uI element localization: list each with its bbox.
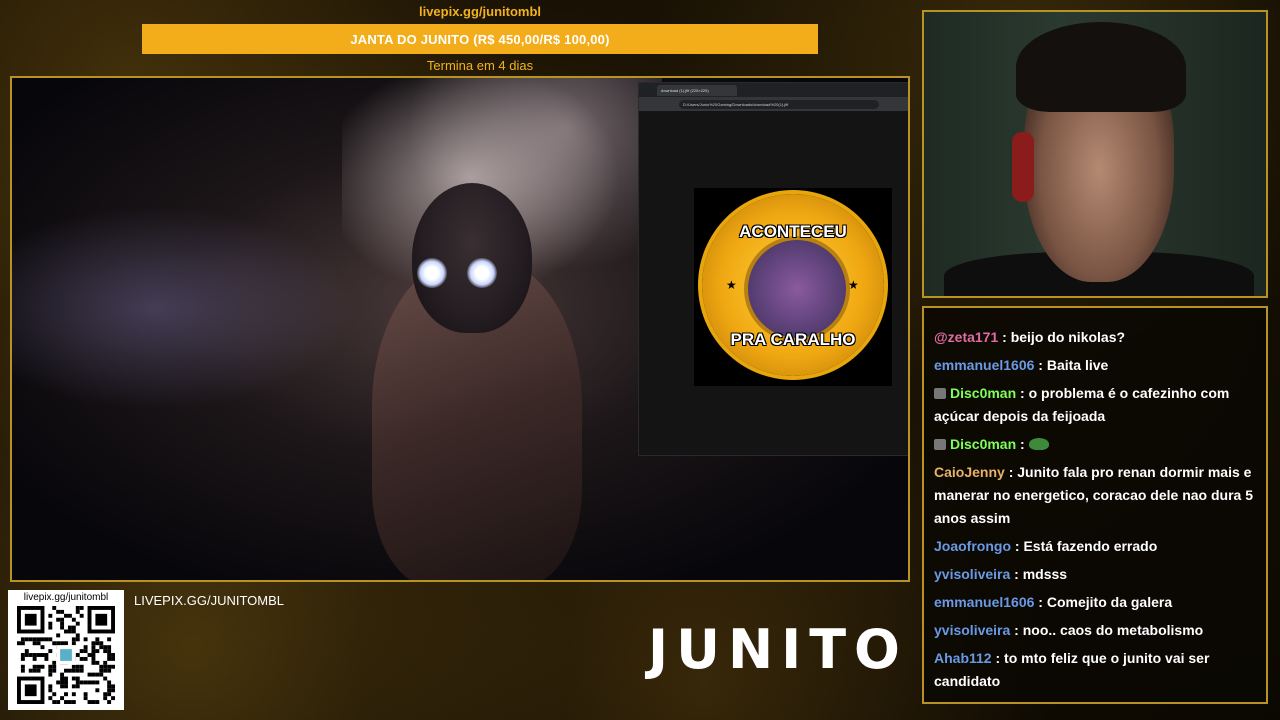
chat-text: beijo do nikolas? [1010,329,1126,345]
chat-username[interactable]: emmanuel1606 [934,357,1034,373]
webcam-hair [1016,22,1186,112]
chat-message: Disc0man : [934,433,1258,456]
chat-text: Comejito da galera [1046,594,1173,610]
chat-message: CaioJenny : Junito fala pro renan dormir… [934,461,1258,530]
seal-top-text: ACONTECEU [739,222,847,241]
chat-username[interactable]: Ahab112 [934,650,992,666]
main-screen-capture: download (1).jfif (225×225) D:/Users/Jun… [10,76,910,582]
goal-ends-label: Termina em 4 dias [426,58,534,73]
chat-message: Joaofrongo : Está fazendo errado [934,535,1258,558]
chat-username[interactable]: Joaofrongo [934,538,1011,554]
browser-tab-strip: download (1).jfif (225×225) [639,83,908,97]
browser-window[interactable]: download (1).jfif (225×225) D:/Users/Jun… [638,82,908,456]
goal-progress-bar: JANTA DO JUNITO (R$ 450,00/R$ 100,00) [142,24,818,54]
webcam-feed [922,10,1268,298]
chat-message: emmanuel1606 : Comejito da galera [934,591,1258,614]
chat-message: @zeta171 : beijo do nikolas? [934,326,1258,349]
livepix-url-label: LIVEPIX.GG/JUNITOMBL [134,593,285,608]
browser-tab[interactable]: download (1).jfif (225×225) [657,84,737,96]
seal-bottom-text: PRA CARALHO [730,330,856,349]
chat-separator: : [1004,464,1018,480]
glowing-eye-left [417,258,447,288]
chat-text: Está fazendo errado [1023,538,1158,554]
star-icon: ★ [726,278,737,292]
chat-username[interactable]: @zeta171 [934,329,998,345]
award-seal: ACONTECEU PRA CARALHO ★ ★ [702,194,884,376]
chat-separator: : [1011,538,1024,554]
chat-username[interactable]: Disc0man [950,436,1016,452]
chat-message: yvisoliveira : noo.. caos do metabolismo [934,619,1258,642]
chat-separator: : [1034,357,1047,373]
chat-separator: : [1010,622,1023,638]
chat-message: Ahab112 : to mto feliz que o junito vai … [934,647,1258,693]
glowing-eye-right [467,258,497,288]
address-input[interactable]: D:/Users/Junio%20Gaming/Downloads/downlo… [679,99,879,109]
camera-badge-icon [934,439,946,450]
chat-text: noo.. caos do metabolismo [1022,622,1204,638]
chat-text: mdsss [1022,566,1068,582]
star-icon: ★ [848,278,859,292]
chat-separator: : [1016,436,1029,452]
browser-address-bar: D:/Users/Junio%20Gaming/Downloads/downlo… [639,97,908,111]
goal-text: JANTA DO JUNITO (R$ 450,00/R$ 100,00) [350,31,610,47]
chat-separator: : [991,650,1005,666]
camera-badge-icon [934,388,946,399]
qr-label: livepix.gg/junitombl [23,592,109,603]
chat-separator: : [1034,594,1047,610]
chat-message: Disc0man : o problema é o cafezinho com … [934,382,1258,428]
chat-username[interactable]: yvisoliveira [934,566,1010,582]
chat-username[interactable]: Disc0man [950,385,1016,401]
chat-panel[interactable]: @zeta171 : beijo do nikolas? emmanuel1606… [922,306,1268,704]
goal-url: livepix.gg/junitombl [418,4,542,19]
headset-icon [1012,132,1034,202]
chat-separator: : [1016,385,1029,401]
chat-username[interactable]: CaioJenny [934,464,1005,480]
chat-message: emmanuel1606 : Baita live [934,354,1258,377]
chat-username[interactable]: yvisoliveira [934,622,1010,638]
qr-code-icon[interactable] [16,606,116,704]
chat-separator: : [1010,566,1023,582]
chat-text: Baita live [1046,357,1109,373]
meme-image: ACONTECEU PRA CARALHO ★ ★ [694,188,892,386]
chat-separator: : [998,329,1011,345]
seal-photo [744,236,850,342]
qr-card: livepix.gg/junitombl [8,590,124,710]
frog-emote-icon [1028,438,1049,450]
chat-username[interactable]: emmanuel1606 [934,594,1034,610]
channel-logo: JUNITO [648,618,908,681]
background-haze [12,198,372,418]
chat-message: yvisoliveira : mdsss [934,563,1258,586]
